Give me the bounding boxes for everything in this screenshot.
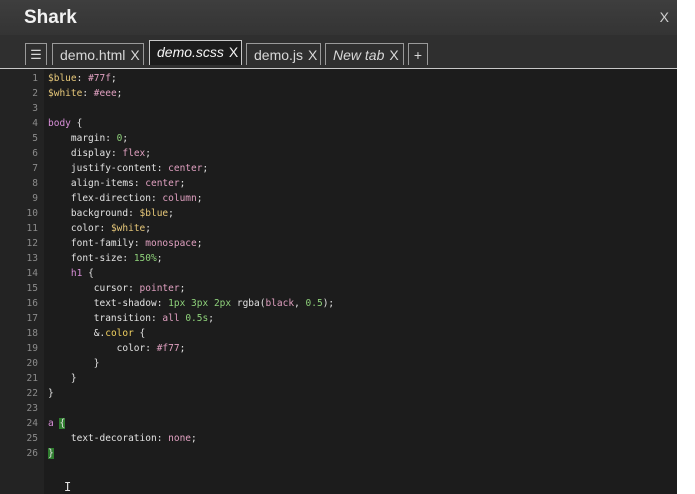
code-line[interactable]: background: $blue; xyxy=(48,206,174,221)
line-number: 16 xyxy=(26,298,38,309)
code-line[interactable]: font-size: 150%; xyxy=(48,251,163,266)
line-number: 3 xyxy=(32,103,38,114)
editor-window: Shark X ☰ demo.html X demo.scss X demo.js X… xyxy=(0,0,677,494)
code-line[interactable]: transition: all 0.5s; xyxy=(48,311,214,326)
code-line[interactable]: flex-direction: column; xyxy=(48,191,203,206)
code-line[interactable]: } xyxy=(48,446,54,461)
code-editor[interactable]: 1 2 3 4 5 6 7 8 9 10 11 12 13 14 15 16 17 18 19 20 21 22 23 24 2… xyxy=(0,69,677,494)
code-line[interactable]: $blue: #77f; xyxy=(48,71,117,86)
code-line[interactable]: font-family: monospace; xyxy=(48,236,203,251)
line-number: 20 xyxy=(26,358,38,369)
line-number: 5 xyxy=(32,133,38,144)
code-line[interactable]: justify-content: center; xyxy=(48,161,208,176)
line-number: 1 xyxy=(32,73,38,84)
code-line[interactable]: } xyxy=(48,356,100,371)
line-number: 6 xyxy=(32,148,38,159)
tab-label: demo.js xyxy=(254,47,304,63)
code-line[interactable]: &.color { xyxy=(48,326,146,341)
tab-close-icon[interactable]: X xyxy=(229,41,238,63)
code-line[interactable]: } xyxy=(48,386,54,401)
line-number: 9 xyxy=(32,193,38,204)
line-number: 15 xyxy=(26,283,38,294)
code-line[interactable]: color: #f77; xyxy=(48,341,186,356)
code-line[interactable]: $white: #eee; xyxy=(48,86,122,101)
code-line[interactable]: h1 { xyxy=(48,266,94,281)
line-number: 10 xyxy=(26,208,38,219)
tab-close-icon[interactable]: X xyxy=(308,44,317,66)
code-line[interactable]: text-decoration: none; xyxy=(48,431,197,446)
code-line[interactable]: align-items: center; xyxy=(48,176,185,191)
code-line[interactable]: a { xyxy=(48,416,66,431)
line-number: 13 xyxy=(26,253,38,264)
tab-demo-html[interactable]: demo.html X xyxy=(52,43,144,65)
line-number: 22 xyxy=(26,388,38,399)
line-number: 11 xyxy=(26,223,38,234)
menu-icon[interactable]: ☰ xyxy=(25,43,47,65)
line-number: 7 xyxy=(32,163,38,174)
code-line[interactable]: display: flex; xyxy=(48,146,151,161)
line-number: 25 xyxy=(26,433,38,444)
code-line[interactable]: margin: 0; xyxy=(48,131,128,146)
close-window-button[interactable]: X xyxy=(660,9,669,25)
line-number-gutter: 1 2 3 4 5 6 7 8 9 10 11 12 13 14 15 16 17 18 19 20 21 22 23 24 2… xyxy=(0,69,44,494)
tab-label: demo.html xyxy=(60,47,126,63)
app-title: Shark xyxy=(24,7,77,28)
line-number: 4 xyxy=(32,118,38,129)
tab-label: New tab xyxy=(333,47,385,63)
tab-demo-scss[interactable]: demo.scss X xyxy=(149,40,242,65)
line-number: 17 xyxy=(26,313,38,324)
code-line[interactable]: body { xyxy=(48,116,82,131)
text-cursor-icon: I xyxy=(64,480,72,494)
tab-bar: ☰ demo.html X demo.scss X demo.js X New tab… xyxy=(0,35,677,69)
code-line[interactable]: color: $white; xyxy=(48,221,151,236)
line-number: 26 xyxy=(26,448,38,459)
title-bar: Shark X xyxy=(0,0,677,35)
line-number: 12 xyxy=(26,238,38,249)
code-line[interactable]: text-shadow: 1px 3px 2px rgba(black, 0.5… xyxy=(48,296,334,311)
code-line[interactable]: } xyxy=(48,371,77,386)
tab-label: demo.scss xyxy=(157,44,224,60)
line-number: 14 xyxy=(26,268,38,279)
line-number: 21 xyxy=(26,373,38,384)
tab-new-tab[interactable]: New tab X xyxy=(325,43,404,65)
line-number: 18 xyxy=(26,328,38,339)
tab-close-icon[interactable]: X xyxy=(389,44,398,66)
code-line[interactable]: cursor: pointer; xyxy=(48,281,186,296)
line-number: 24 xyxy=(26,418,38,429)
tab-demo-js[interactable]: demo.js X xyxy=(246,43,321,65)
line-number: 19 xyxy=(26,343,38,354)
tab-close-icon[interactable]: X xyxy=(130,44,139,66)
line-number: 2 xyxy=(32,88,38,99)
line-number: 23 xyxy=(26,403,38,414)
add-tab-button[interactable]: + xyxy=(408,43,428,65)
line-number: 8 xyxy=(32,178,38,189)
